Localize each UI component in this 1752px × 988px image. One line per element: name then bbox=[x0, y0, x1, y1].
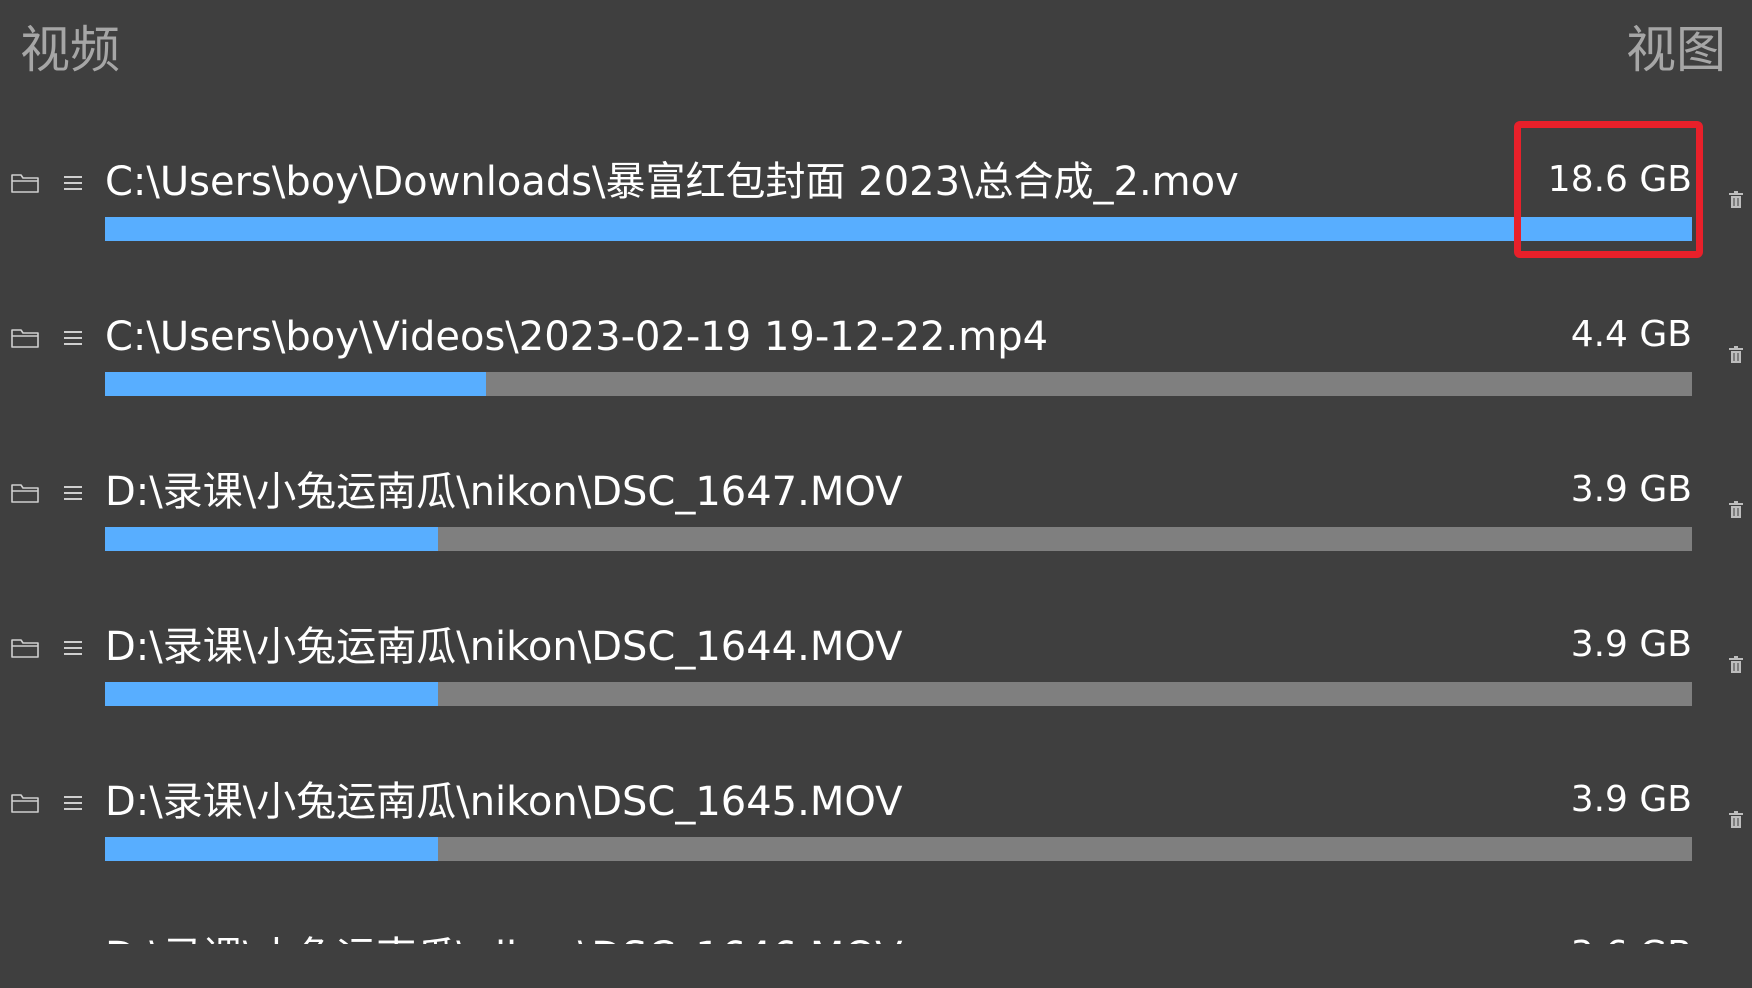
size-bar-fill bbox=[105, 527, 439, 551]
size-bar bbox=[105, 837, 1692, 861]
file-path: D:\录课\小兔运南瓜\nikon\DSC_1644.MOV bbox=[105, 624, 903, 670]
file-path: D:\录课\小兔运南瓜\nikon\DSC_1646.MOV bbox=[105, 932, 903, 944]
file-path: C:\Users\boy\Downloads\暴富红包封面 2023\总合成_2… bbox=[105, 159, 1239, 205]
trash-icon[interactable] bbox=[1728, 810, 1744, 830]
menu-icon[interactable] bbox=[62, 484, 84, 502]
folder-icon[interactable] bbox=[10, 790, 40, 814]
file-size: 3.9 GB bbox=[1570, 779, 1692, 820]
size-bar bbox=[105, 527, 1692, 551]
menu-icon[interactable] bbox=[62, 174, 84, 192]
folder-icon[interactable] bbox=[10, 325, 40, 349]
file-size: 18.6 GB bbox=[1547, 159, 1692, 200]
file-path: D:\录课\小兔运南瓜\nikon\DSC_1645.MOV bbox=[105, 779, 903, 825]
file-size: 3.6 GB bbox=[1571, 932, 1692, 944]
file-row[interactable]: D:\录课\小兔运南瓜\nikon\DSC_1646.MOV 3.6 GB bbox=[0, 875, 1752, 944]
size-bar-fill bbox=[105, 837, 439, 861]
file-size: 3.9 GB bbox=[1570, 469, 1692, 510]
size-bar-fill bbox=[105, 372, 486, 396]
file-row[interactable]: C:\Users\boy\Videos\2023-02-19 19-12-22.… bbox=[0, 255, 1752, 410]
file-row[interactable]: D:\录课\小兔运南瓜\nikon\DSC_1647.MOV 3.9 GB bbox=[0, 410, 1752, 565]
file-path: C:\Users\boy\Videos\2023-02-19 19-12-22.… bbox=[105, 314, 1049, 360]
size-bar bbox=[105, 682, 1692, 706]
file-size: 4.4 GB bbox=[1570, 314, 1692, 355]
menu-icon[interactable] bbox=[62, 794, 84, 812]
size-bar-fill bbox=[105, 217, 1692, 241]
trash-icon[interactable] bbox=[1728, 190, 1744, 210]
trash-icon[interactable] bbox=[1728, 345, 1744, 365]
header: 视频 视图 bbox=[0, 0, 1752, 100]
menu-icon[interactable] bbox=[62, 639, 84, 657]
size-bar-fill bbox=[105, 682, 439, 706]
folder-icon[interactable] bbox=[10, 170, 40, 194]
folder-icon[interactable] bbox=[10, 480, 40, 504]
trash-icon[interactable] bbox=[1728, 655, 1744, 675]
file-row[interactable]: D:\录课\小兔运南瓜\nikon\DSC_1645.MOV 3.9 GB bbox=[0, 720, 1752, 875]
file-row[interactable]: D:\录课\小兔运南瓜\nikon\DSC_1644.MOV 3.9 GB bbox=[0, 565, 1752, 720]
file-list: C:\Users\boy\Downloads\暴富红包封面 2023\总合成_2… bbox=[0, 100, 1752, 944]
menu-icon[interactable] bbox=[62, 329, 84, 347]
file-row[interactable]: C:\Users\boy\Downloads\暴富红包封面 2023\总合成_2… bbox=[0, 100, 1752, 255]
view-menu-button[interactable]: 视图 bbox=[1626, 18, 1726, 82]
file-path: D:\录课\小兔运南瓜\nikon\DSC_1647.MOV bbox=[105, 469, 903, 515]
file-size: 3.9 GB bbox=[1570, 624, 1692, 665]
size-bar bbox=[105, 372, 1692, 396]
section-title: 视频 bbox=[20, 21, 120, 79]
trash-icon[interactable] bbox=[1728, 500, 1744, 520]
folder-icon[interactable] bbox=[10, 635, 40, 659]
size-bar bbox=[105, 217, 1692, 241]
